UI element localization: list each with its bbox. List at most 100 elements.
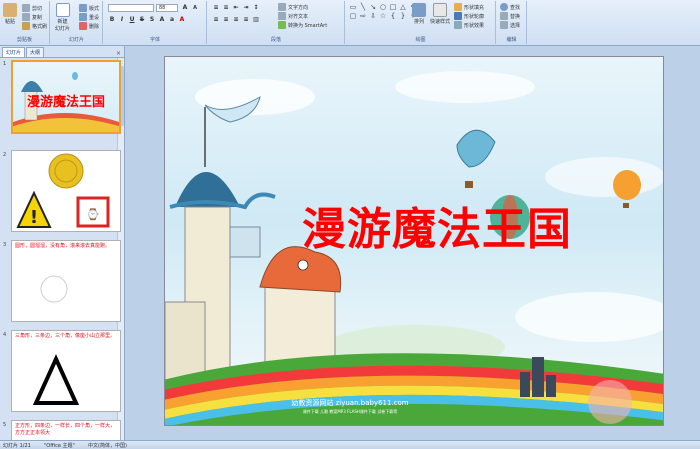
layout-label: 版式	[89, 5, 100, 12]
italic-icon[interactable]: I	[118, 16, 126, 24]
align-text-icon	[278, 12, 286, 20]
arrange-icon	[412, 3, 426, 17]
shapes-gallery-row2: ▢ ⇨ ⇩ ☆ { } ▾	[349, 12, 417, 20]
shape-outline-button[interactable]: 形状轮廓	[454, 12, 484, 20]
arrange-label: 排列	[413, 19, 424, 25]
shape-fill-label: 形状填充	[464, 4, 485, 11]
slide-number: 5	[3, 422, 7, 428]
thumb2-art: ! ⌚	[16, 153, 110, 228]
shape-effects-label: 形状效果	[464, 22, 485, 29]
slide-thumbnail-3[interactable]: 圆形，圆溜溜，没有角，滚来滚去真能跑。	[11, 240, 121, 322]
editing-group-label: 编辑	[506, 37, 517, 43]
slide-canvas[interactable]: 漫游魔法王国 幼教资源网站 ziyuan.baby611.com 课件下载 儿歌…	[164, 56, 664, 426]
triangle-shape-icon[interactable]: △	[399, 3, 407, 11]
slide-thumbnail-1[interactable]: 漫游魔法王国	[11, 60, 121, 134]
delete-button[interactable]: 删除	[79, 22, 99, 30]
font-size-select[interactable]: 88	[156, 4, 178, 12]
cut-label: 剪切	[32, 5, 43, 12]
align-text-button[interactable]: 对齐文本	[278, 12, 308, 20]
columns-icon[interactable]: ▥	[252, 16, 260, 24]
tab-outline[interactable]: 大纲	[26, 47, 45, 57]
quick-styles-label: 快速样式	[430, 19, 451, 25]
status-slide-info: 幻灯片 1/21	[3, 443, 31, 449]
find-icon	[500, 3, 508, 11]
paste-label: 粘贴	[4, 19, 15, 25]
text-direction-button[interactable]: 文字方向	[278, 3, 308, 11]
arrow-shape-icon[interactable]: ↘	[369, 3, 377, 11]
panel-close-icon[interactable]: ×	[116, 50, 121, 57]
select-button[interactable]: 选择	[500, 21, 520, 29]
font-size-buttons: A A	[181, 4, 199, 12]
brace-close-shape-icon[interactable]: }	[399, 12, 407, 20]
increase-indent-icon[interactable]: ⇥	[242, 4, 250, 12]
right-arrow-shape-icon[interactable]: ⇨	[359, 12, 367, 20]
svg-text:!: !	[30, 207, 38, 228]
thumb1-title: 漫游魔法王国	[27, 95, 106, 110]
reset-button[interactable]: 重设	[79, 13, 99, 21]
copy-icon	[22, 13, 30, 21]
copy-button[interactable]: 复制	[22, 13, 42, 21]
bold-icon[interactable]: B	[108, 16, 116, 24]
underline-icon[interactable]: U	[128, 16, 136, 24]
tab-slides[interactable]: 幻灯片	[2, 47, 26, 57]
shape-effects-button[interactable]: 形状效果	[454, 21, 484, 29]
smartart-icon	[278, 21, 286, 29]
slide-thumbnail-5[interactable]: 正方形，四条边，一样长，四个角，一样大，方方正正本领大	[11, 420, 121, 442]
shrink-font-icon[interactable]: A	[191, 4, 199, 12]
layout-button[interactable]: 版式	[79, 4, 99, 12]
thumb3-circle-art	[40, 275, 68, 303]
rectangle-shape-icon[interactable]: ▭	[349, 3, 357, 11]
grow-font-icon[interactable]: A	[181, 4, 189, 12]
clipboard-group-label: 剪贴板	[16, 37, 32, 43]
decrease-indent-icon[interactable]: ⇤	[232, 4, 240, 12]
bullets-icon[interactable]: ≡	[212, 4, 220, 12]
clipboard-group: 粘贴 剪切 复制 格式刷 剪贴板	[0, 1, 50, 44]
new-slide-button[interactable]: 新建 幻灯片	[55, 3, 70, 32]
justify-icon[interactable]: ≡	[242, 16, 250, 24]
font-format-buttons: B I U S S A a A	[108, 16, 186, 24]
align-center-icon[interactable]: ≡	[222, 16, 230, 24]
footer-sub-text: 课件下载 儿歌 教案MP3 FLASH课件下载 试卷下载等	[302, 409, 398, 414]
list-buttons: ≡ ≡ ⇤ ⇥ ↕	[212, 4, 260, 12]
strikethrough-icon[interactable]: S	[138, 16, 146, 24]
shadow-icon[interactable]: S	[148, 16, 156, 24]
down-arrow-shape-icon[interactable]: ⇩	[369, 12, 377, 20]
slide-number: 2	[3, 152, 7, 158]
drawing-group: ▭ ╲ ↘ ○ □ △ ∿ ▢ ⇨ ⇩ ☆ { } ▾ 排列 快速样式 形状填充…	[346, 1, 496, 44]
oval-shape-icon[interactable]: ○	[379, 3, 387, 11]
star-shape-icon[interactable]: ☆	[379, 12, 387, 20]
paste-button[interactable]: 粘贴	[3, 3, 17, 25]
font-group-label: 字体	[149, 37, 160, 43]
shape-outline-label: 形状轮廓	[464, 13, 485, 20]
quick-styles-button[interactable]: 快速样式	[430, 3, 450, 25]
text-direction-icon	[278, 3, 286, 11]
spacing-icon[interactable]: A	[158, 16, 166, 24]
smartart-button[interactable]: 转换为 SmartArt	[278, 21, 327, 29]
effects-icon	[454, 21, 462, 29]
line-shape-icon[interactable]: ╲	[359, 3, 367, 11]
line-spacing-icon[interactable]: ↕	[252, 4, 260, 12]
cut-button[interactable]: 剪切	[22, 4, 42, 12]
arrange-button[interactable]: 排列	[412, 3, 426, 25]
brace-shape-icon[interactable]: {	[389, 12, 397, 20]
slide-number: 3	[3, 242, 7, 248]
paragraph-group: ≡ ≡ ⇤ ⇥ ↕ ≡ ≡ ≡ ≡ ▥ 文字方向 对齐文本 转换为 SmartA…	[208, 1, 345, 44]
slide-thumbnail-4[interactable]: 三角形，三条边，三个角，像座小山立那里。	[11, 330, 121, 412]
slide-thumbnail-2[interactable]: ! ⌚	[11, 150, 121, 232]
pen-icon	[454, 12, 462, 20]
brush-icon	[22, 22, 30, 30]
shape-fill-button[interactable]: 形状填充	[454, 3, 484, 11]
format-painter-button[interactable]: 格式刷	[22, 22, 47, 30]
status-theme: "Office 主题"	[44, 443, 75, 449]
replace-button[interactable]: 替换	[500, 12, 520, 20]
square-shape-icon[interactable]: □	[389, 3, 397, 11]
change-case-icon[interactable]: a	[168, 16, 176, 24]
align-right-icon[interactable]: ≡	[232, 16, 240, 24]
font-color-icon[interactable]: A	[178, 16, 186, 24]
font-name-select[interactable]	[108, 4, 154, 12]
slide-title[interactable]: 漫游魔法王国	[247, 193, 627, 257]
align-left-icon[interactable]: ≡	[212, 16, 220, 24]
find-button[interactable]: 查找	[500, 3, 520, 11]
numbering-icon[interactable]: ≡	[222, 4, 230, 12]
rounded-rect-shape-icon[interactable]: ▢	[349, 12, 357, 20]
